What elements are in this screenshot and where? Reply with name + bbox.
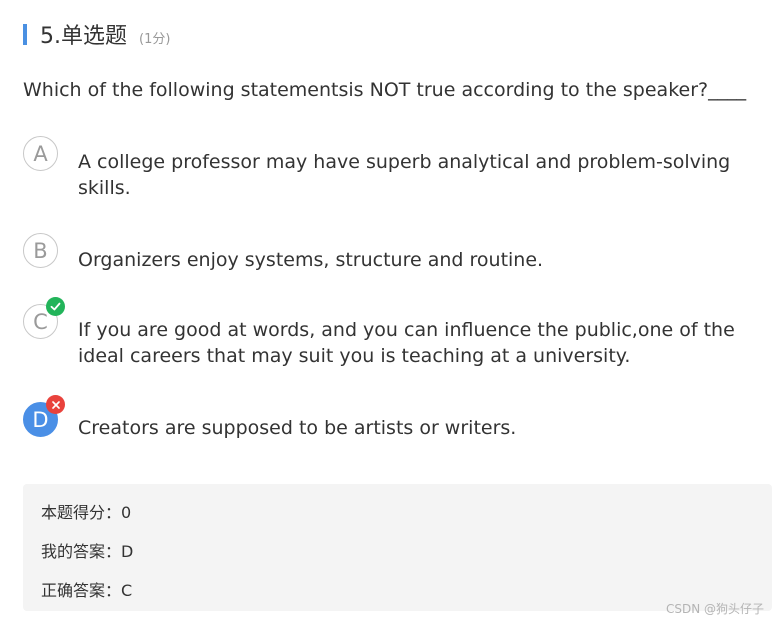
cross-icon [51,400,60,409]
wrong-badge [46,395,65,414]
option-b-text: Organizers enjoy systems, structure and … [78,249,544,271]
option-d[interactable]: D Creators are supposed to be artists or… [23,395,763,447]
score-line: 本题得分：0 [41,503,132,522]
question-header: 5.单选题 (1分) [23,19,170,49]
check-icon [50,302,61,311]
correct-answer-line: 正确答案：C [41,581,133,600]
correct-badge [46,297,65,316]
question-title: 5.单选题 [40,24,127,49]
option-a-circle[interactable]: A [23,136,58,171]
option-a-text: A college professor may have superb anal… [78,151,731,199]
option-b[interactable]: B Organizers enjoy systems, structure an… [23,233,763,278]
option-a[interactable]: A A college professor may have superb an… [23,136,763,206]
question-score: (1分) [139,31,171,47]
my-answer-line: 我的答案：D [41,542,134,561]
option-c[interactable]: C If you are good at words, and you can … [23,297,763,374]
result-panel: 本题得分：0 我的答案：D 正确答案：C [23,484,772,611]
option-d-text: Creators are supposed to be artists or w… [78,417,517,439]
accent-bar [23,23,27,45]
watermark: CSDN @狗头仔子 [665,602,764,616]
option-b-circle[interactable]: B [23,233,58,268]
question-stem: Which of the following statementsis NOT … [23,79,747,101]
option-c-text: If you are good at words, and you can in… [78,319,735,367]
